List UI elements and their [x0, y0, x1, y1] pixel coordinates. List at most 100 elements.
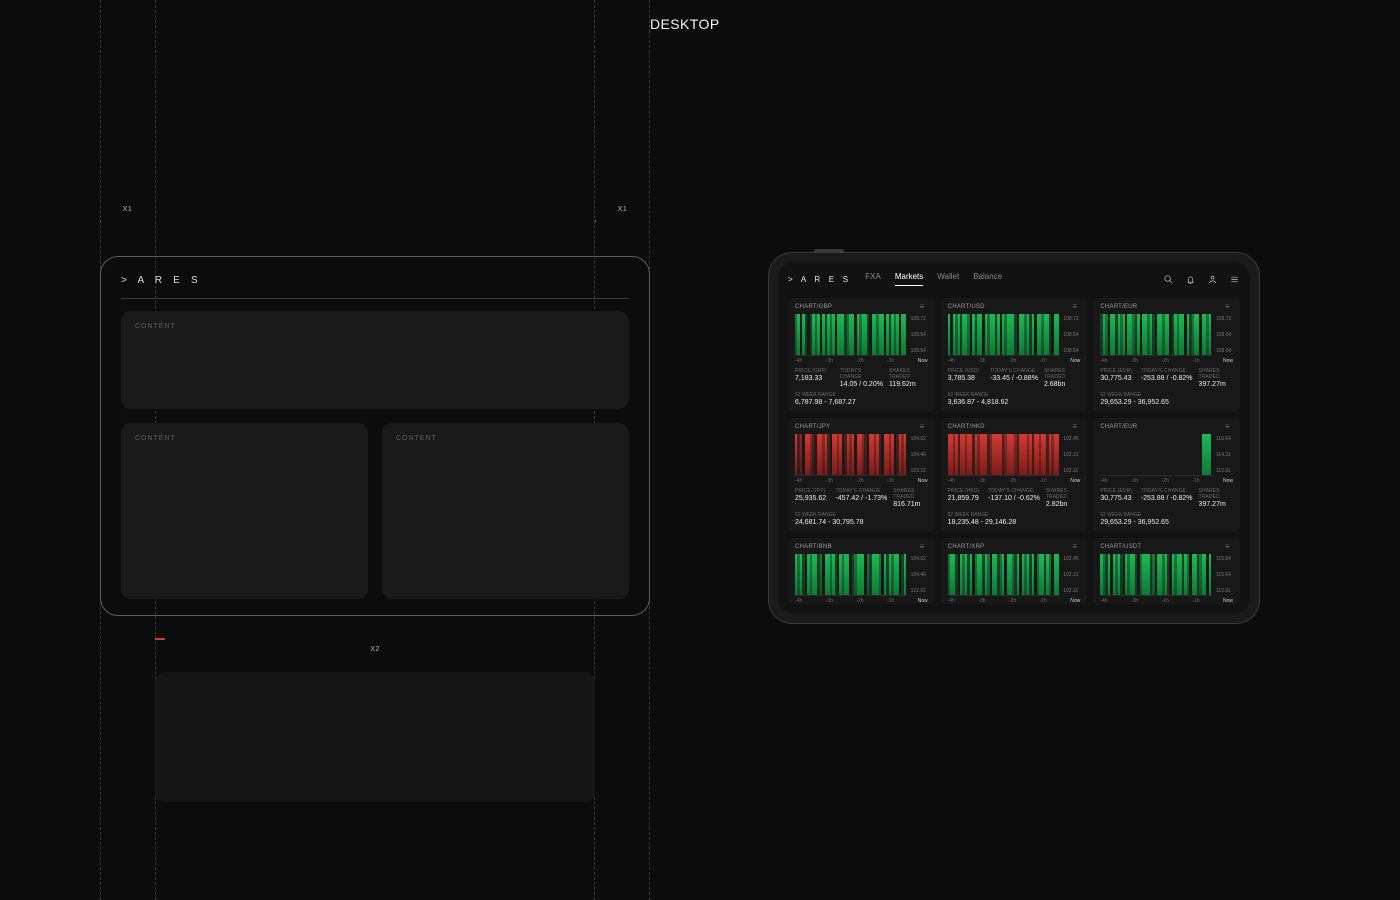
- stat-value-price: 25,935.62: [795, 495, 829, 502]
- price-bar-chart: [795, 554, 907, 596]
- chart-x-axis: -4h-3h-2h-1hNow: [1093, 356, 1240, 364]
- section-label-desktop: DESKTOP: [650, 16, 720, 32]
- market-card: CHART/XRP ≡ 102.45102.31102.11 -4h-3h-2h…: [941, 538, 1088, 604]
- card-menu-icon[interactable]: ≡: [1225, 543, 1233, 551]
- card-menu-icon[interactable]: ≡: [920, 543, 928, 551]
- card-menu-icon[interactable]: ≡: [1072, 303, 1080, 311]
- card-title: CHART/XRP: [948, 544, 985, 550]
- stat-label-price: PRICE (JPY): [795, 488, 829, 494]
- market-card: CHART/USD ≡ 108.72108.54108.54 -4h-3h-2h…: [941, 298, 1088, 412]
- stat-value-change: -457.42 / -1.73%: [835, 495, 887, 502]
- wire-logo: > A R E S: [121, 275, 629, 286]
- card-menu-icon[interactable]: ≡: [1072, 543, 1080, 551]
- price-bar-chart: [1100, 434, 1212, 476]
- bell-icon[interactable]: [1184, 273, 1196, 285]
- market-card: CHART/HKD ≡ 102.45102.31102.11 -4h-3h-2h…: [941, 418, 1088, 532]
- market-card: CHART/USDT ≡ 115.84115.64112.61 -4h-3h-2…: [1093, 538, 1240, 604]
- card-title: CHART/BNB: [795, 544, 832, 550]
- chart-y-axis: 102.45102.31102.11: [1059, 434, 1085, 476]
- stat-label-range: 52 WEEK RANGE: [948, 392, 1081, 398]
- stat-value-price: 3,785.38: [948, 375, 984, 382]
- app-logo: > A R E S: [788, 275, 851, 284]
- market-card: CHART/JPY ≡ 134.62134.46123.12 -4h-3h-2h…: [788, 418, 935, 532]
- stat-label-price: PRICE (HKD): [948, 488, 982, 494]
- tab-balance[interactable]: Balance: [973, 272, 1002, 286]
- stat-value-change: -253.88 / -0.82%: [1141, 375, 1193, 382]
- tablet-device-frame: > A R E S FXA Markets Wallet Balance: [768, 252, 1260, 624]
- card-menu-icon[interactable]: ≡: [1072, 423, 1080, 431]
- price-bar-chart: [948, 554, 1060, 596]
- charts-grid: CHART/GBP ≡ 108.72108.54108.54 -4h-3h-2h…: [778, 290, 1250, 614]
- tab-wallet[interactable]: Wallet: [937, 272, 959, 286]
- stat-label-price: PRICE (EUR): [1100, 368, 1134, 374]
- stat-label-range: 52 WEEK RANGE: [1100, 512, 1233, 518]
- stat-value-shares: 2.82bn: [1046, 501, 1080, 508]
- stat-label-shares: SHARES TRADED: [1199, 368, 1233, 380]
- chart-y-axis: 116.64114.31112.61: [1212, 434, 1238, 476]
- search-icon[interactable]: [1162, 273, 1174, 285]
- price-bar-chart: [1100, 554, 1212, 596]
- app-topbar: > A R E S FXA Markets Wallet Balance: [778, 262, 1250, 290]
- stat-label-price: PRICE (EUR): [1100, 488, 1134, 494]
- stat-label-range: 52 WEEK RANGE: [795, 392, 928, 398]
- card-title: CHART/USDT: [1100, 544, 1141, 550]
- stat-value-shares: 397.27m: [1199, 501, 1233, 508]
- stat-label-shares: SHARES TRADED: [1046, 488, 1080, 500]
- card-menu-icon[interactable]: ≡: [1225, 423, 1233, 431]
- stat-value-range: 29,653.29 - 36,952.65: [1100, 519, 1233, 526]
- user-icon[interactable]: [1206, 273, 1218, 285]
- guide-x1-right: X1: [595, 218, 650, 232]
- stat-label-price: PRICE (GBP): [795, 368, 834, 374]
- chart-y-axis: 108.72108.54108.54: [1212, 314, 1238, 356]
- stat-value-shares: 119.62m: [889, 381, 928, 388]
- stat-value-change: -253.88 / -0.82%: [1141, 495, 1193, 502]
- stat-label-range: 52 WEEK RANGE: [795, 512, 928, 518]
- wire-content-block: CONTENT: [382, 423, 629, 599]
- price-bar-chart: [795, 434, 907, 476]
- market-card: CHART/EUR ≡ 108.72108.54108.54 -4h-3h-2h…: [1093, 298, 1240, 412]
- stat-value-shares: 816.71m: [893, 501, 927, 508]
- stat-value-range: 3,636.87 - 4,818.62: [948, 399, 1081, 406]
- stat-label-change: TODAY'S CHANGE: [990, 368, 1038, 374]
- chart-y-axis: 102.45102.31102.11: [1059, 554, 1085, 596]
- card-menu-icon[interactable]: ≡: [1225, 303, 1233, 311]
- price-bar-chart: [948, 314, 1060, 356]
- stat-label-shares: SHARES TRADED: [1044, 368, 1080, 380]
- card-menu-icon[interactable]: ≡: [920, 423, 928, 431]
- chart-x-axis: -4h-3h-2h-1hNow: [1093, 596, 1240, 604]
- card-title: CHART/EUR: [1100, 424, 1137, 430]
- stat-value-price: 30,775.43: [1100, 495, 1134, 502]
- price-bar-chart: [1100, 314, 1212, 356]
- menu-icon[interactable]: [1228, 273, 1240, 285]
- card-title: CHART/HKD: [948, 424, 985, 430]
- card-menu-icon[interactable]: ≡: [920, 303, 928, 311]
- chart-x-axis: -4h-3h-2h-1hNow: [941, 476, 1088, 484]
- price-bar-chart: [795, 314, 907, 356]
- chart-y-axis: 134.62134.46122.61: [907, 554, 933, 596]
- chart-x-axis: -4h-3h-2h-1hNow: [788, 596, 935, 604]
- wire-overflow-block: [155, 672, 595, 802]
- tab-markets[interactable]: Markets: [895, 272, 923, 286]
- stat-value-shares: 397.27m: [1199, 381, 1233, 388]
- chart-y-axis: 108.72108.54108.54: [907, 314, 933, 356]
- stat-value-price: 21,859.79: [948, 495, 982, 502]
- tab-fxa[interactable]: FXA: [865, 272, 881, 286]
- stat-value-price: 7,183.33: [795, 375, 834, 382]
- stat-label-change: TODAY'S CHANGE: [988, 488, 1040, 494]
- price-bar-chart: [948, 434, 1060, 476]
- stat-value-price: 30,775.43: [1100, 375, 1134, 382]
- stat-value-shares: 2.68bn: [1044, 381, 1080, 388]
- chart-x-axis: -4h-3h-2h-1hNow: [788, 356, 935, 364]
- wire-content-block: CONTENT: [121, 311, 629, 409]
- market-card: CHART/BNB ≡ 134.62134.46122.61 -4h-3h-2h…: [788, 538, 935, 604]
- stat-label-change: TODAY'S CHANGE: [1141, 488, 1193, 494]
- stat-label-change: TODAY'S CHANGE: [835, 488, 887, 494]
- chart-x-axis: -4h-3h-2h-1hNow: [788, 476, 935, 484]
- card-title: CHART/JPY: [795, 424, 830, 430]
- stat-label-shares: SHARES TRADED: [893, 488, 927, 500]
- layout-wireframe: X1 X1 > A R E S CONTENT CONTENT CONTENT …: [100, 0, 650, 900]
- stat-label-change: TODAY'S CHANGE: [1141, 368, 1193, 374]
- chart-y-axis: 134.62134.46123.12: [907, 434, 933, 476]
- chart-x-axis: -4h-3h-2h-1hNow: [941, 596, 1088, 604]
- stat-value-range: 6,787.98 - 7,687.27: [795, 399, 928, 406]
